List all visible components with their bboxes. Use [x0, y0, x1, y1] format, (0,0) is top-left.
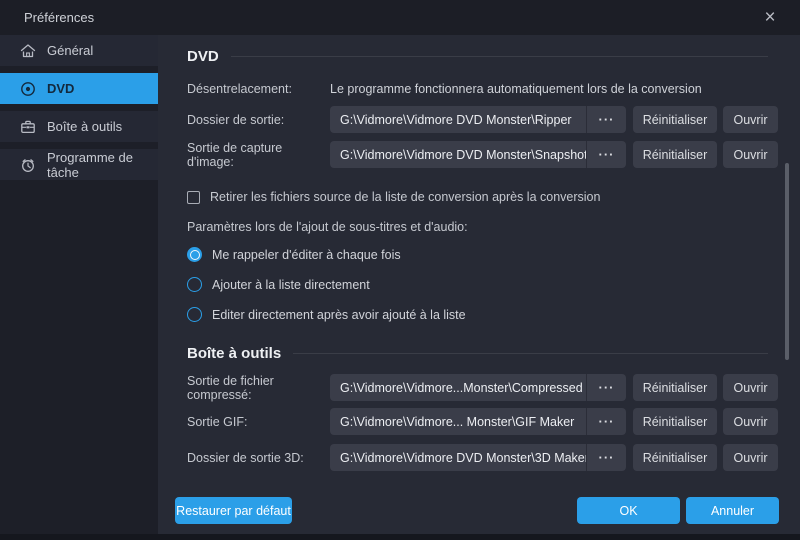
- open-button[interactable]: Ouvrir: [723, 374, 778, 401]
- radio-remind-each-time[interactable]: Me rappeler d'éditer à chaque fois: [187, 247, 401, 262]
- deinterlace-row: Désentrelacement: Le programme fonctionn…: [187, 75, 702, 102]
- threed-output-row: Dossier de sortie 3D: G:\Vidmore\Vidmore…: [187, 444, 778, 471]
- compressed-output-row: Sortie de fichier compressé: G:\Vidmore\…: [187, 374, 778, 401]
- output-folder-row: Dossier de sortie: G:\Vidmore\Vidmore DV…: [187, 106, 778, 133]
- radio-icon[interactable]: [187, 307, 202, 322]
- checkbox-label: Retirer les fichiers source de la liste …: [210, 190, 600, 204]
- browse-button[interactable]: ···: [586, 444, 626, 471]
- path-value: G:\Vidmore\Vidmore... Monster\GIF Maker: [330, 415, 586, 429]
- open-button[interactable]: Ouvrir: [723, 408, 778, 435]
- cancel-button[interactable]: Annuler: [686, 497, 779, 524]
- sidebar-item-label: Boîte à outils: [47, 119, 122, 134]
- sidebar-item-schedule[interactable]: Programme de tâche: [0, 149, 158, 180]
- row-label: Dossier de sortie 3D:: [187, 451, 330, 465]
- path-value: G:\Vidmore\Vidmore DVD Monster\3D Maker: [330, 451, 586, 465]
- gif-output-row: Sortie GIF: G:\Vidmore\Vidmore... Monste…: [187, 408, 778, 435]
- sidebar-item-general[interactable]: Général: [0, 35, 158, 66]
- titlebar: Préférences ×: [0, 0, 800, 35]
- section-header-toolbox: Boîte à outils: [187, 345, 768, 362]
- disc-icon: [20, 81, 36, 97]
- section-title: Boîte à outils: [187, 345, 281, 362]
- reset-button[interactable]: Réinitialiser: [633, 141, 717, 168]
- path-value: G:\Vidmore\Vidmore...Monster\Compressed: [330, 381, 586, 395]
- reset-button[interactable]: Réinitialiser: [633, 444, 717, 471]
- path-field[interactable]: G:\Vidmore\Vidmore... Monster\GIF Maker …: [330, 408, 626, 435]
- browse-button[interactable]: ···: [586, 106, 626, 133]
- reset-button[interactable]: Réinitialiser: [633, 374, 717, 401]
- radio-add-directly[interactable]: Ajouter à la liste directement: [187, 277, 370, 292]
- restore-defaults-button[interactable]: Restaurer par défaut: [175, 497, 292, 524]
- close-icon[interactable]: ×: [756, 5, 784, 31]
- checkbox-unchecked[interactable]: [187, 191, 200, 204]
- sidebar-item-label: Programme de tâche: [47, 150, 158, 180]
- deinterlace-value: Le programme fonctionnera automatiquemen…: [330, 82, 702, 96]
- sidebar-item-toolbox[interactable]: Boîte à outils: [0, 111, 158, 142]
- open-button[interactable]: Ouvrir: [723, 141, 778, 168]
- browse-button[interactable]: ···: [586, 374, 626, 401]
- open-button[interactable]: Ouvrir: [723, 106, 778, 133]
- section-header-dvd: DVD: [187, 48, 768, 65]
- sidebar-item-label: Général: [47, 43, 93, 58]
- radio-selected-icon[interactable]: [187, 247, 202, 262]
- section-divider: [293, 353, 768, 354]
- path-value: G:\Vidmore\Vidmore DVD Monster\Snapshot: [330, 148, 586, 162]
- toolbox-icon: [20, 119, 36, 135]
- path-value: G:\Vidmore\Vidmore DVD Monster\Ripper: [330, 113, 586, 127]
- section-divider: [231, 56, 768, 57]
- reset-button[interactable]: Réinitialiser: [633, 106, 717, 133]
- window-bottom-edge: [0, 534, 800, 540]
- subtitle-audio-group-label: Paramètres lors de l'ajout de sous-titre…: [187, 220, 468, 234]
- sidebar-item-label: DVD: [47, 81, 74, 96]
- home-icon: [20, 43, 36, 59]
- radio-label: Editer directement après avoir ajouté à …: [212, 308, 466, 322]
- radio-edit-after-add[interactable]: Editer directement après avoir ajouté à …: [187, 307, 466, 322]
- browse-button[interactable]: ···: [586, 141, 626, 168]
- radio-label: Me rappeler d'éditer à chaque fois: [212, 248, 401, 262]
- row-label: Sortie de fichier compressé:: [187, 374, 330, 402]
- open-button[interactable]: Ouvrir: [723, 444, 778, 471]
- remove-source-checkbox-row[interactable]: Retirer les fichiers source de la liste …: [187, 190, 600, 204]
- row-label: Désentrelacement:: [187, 82, 330, 96]
- sidebar-item-dvd[interactable]: DVD: [0, 73, 158, 104]
- scrollbar[interactable]: [785, 163, 789, 360]
- radio-label: Ajouter à la liste directement: [212, 278, 370, 292]
- path-field[interactable]: G:\Vidmore\Vidmore...Monster\Compressed …: [330, 374, 626, 401]
- path-field[interactable]: G:\Vidmore\Vidmore DVD Monster\Ripper ··…: [330, 106, 626, 133]
- path-field[interactable]: G:\Vidmore\Vidmore DVD Monster\Snapshot …: [330, 141, 626, 168]
- clock-icon: [20, 157, 36, 173]
- radio-icon[interactable]: [187, 277, 202, 292]
- section-title: DVD: [187, 48, 219, 65]
- row-label: Sortie de capture d'image:: [187, 141, 330, 169]
- row-label: Sortie GIF:: [187, 415, 330, 429]
- reset-button[interactable]: Réinitialiser: [633, 408, 717, 435]
- preferences-window: Préférences × Général DVD Boîte à outils: [0, 0, 800, 540]
- ok-button[interactable]: OK: [577, 497, 680, 524]
- row-label: Dossier de sortie:: [187, 113, 330, 127]
- path-field[interactable]: G:\Vidmore\Vidmore DVD Monster\3D Maker …: [330, 444, 626, 471]
- window-title: Préférences: [24, 10, 94, 25]
- snapshot-output-row: Sortie de capture d'image: G:\Vidmore\Vi…: [187, 141, 778, 168]
- sidebar: Général DVD Boîte à outils Programme de …: [0, 35, 158, 534]
- browse-button[interactable]: ···: [586, 408, 626, 435]
- settings-panel: DVD Désentrelacement: Le programme fonct…: [158, 35, 800, 534]
